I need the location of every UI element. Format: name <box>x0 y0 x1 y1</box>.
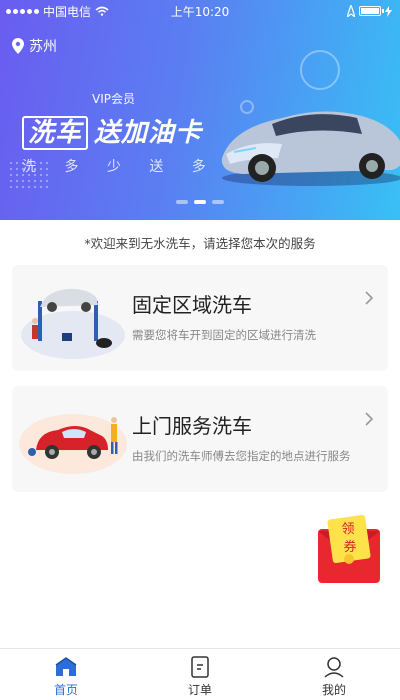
bottom-tab-bar: 首页 订单 我的 <box>0 648 400 700</box>
status-time: 上午10:20 <box>170 4 230 19</box>
chevron-right-icon <box>365 412 374 426</box>
car-lift-illustration <box>21 288 125 359</box>
pagination-dot[interactable] <box>212 200 224 204</box>
location-pin-icon <box>12 38 24 54</box>
service-title: 固定区域洗车 <box>132 293 252 317</box>
location-selector[interactable]: 苏州 <box>12 36 57 56</box>
tab-label: 首页 <box>53 683 78 697</box>
home-icon <box>55 657 77 676</box>
banner-pagination <box>0 200 400 204</box>
banner-headline: 洗车 送加油卡 <box>22 112 203 150</box>
headline-rest: 送加油卡 <box>94 118 203 148</box>
promo-banner[interactable]: 中国电信 上午10:20 苏州 VIP会员 洗车 送加油卡 洗 多 少 送 多 … <box>0 0 400 220</box>
coupon-text-1: 领 <box>341 522 354 537</box>
service-title: 上门服务洗车 <box>132 414 252 438</box>
welcome-text: *欢迎来到无水洗车，请选择您本次的服务 <box>84 236 316 251</box>
city-label: 苏州 <box>29 39 57 55</box>
order-icon <box>191 656 209 678</box>
tab-home[interactable]: 首页 <box>26 655 106 698</box>
car-image <box>221 111 400 186</box>
service-card-fixed-area[interactable]: 固定区域洗车 需要您将车开到固定的区域进行清洗 <box>12 265 388 371</box>
tab-label: 订单 <box>187 683 212 697</box>
charging-icon <box>385 5 392 17</box>
pagination-dot-active[interactable] <box>194 200 206 204</box>
status-bar: 中国电信 上午10:20 <box>0 0 400 22</box>
coupon-red-envelope[interactable]: 领 券 <box>316 515 382 585</box>
tab-profile[interactable]: 我的 <box>294 655 374 698</box>
tab-label: 我的 <box>321 683 346 697</box>
tab-orders[interactable]: 订单 <box>160 655 240 698</box>
location-arrow-icon <box>347 5 355 17</box>
chevron-right-icon <box>365 291 374 305</box>
service-desc: 需要您将车开到固定的区域进行清洗 <box>132 328 316 342</box>
decor-ring <box>300 50 340 90</box>
vip-label: VIP会员 <box>92 92 135 106</box>
battery-icon <box>359 6 384 16</box>
car-washing-illustration <box>19 414 127 474</box>
profile-icon <box>324 657 344 678</box>
pagination-dot[interactable] <box>176 200 188 204</box>
coupon-text-2: 券 <box>343 539 356 555</box>
service-desc: 由我们的洗车师傅去您指定的地点进行服务 <box>132 449 351 463</box>
headline-boxed: 洗车 <box>22 116 89 150</box>
service-card-door-to-door[interactable]: 上门服务洗车 由我们的洗车师傅去您指定的地点进行服务 <box>12 386 388 492</box>
